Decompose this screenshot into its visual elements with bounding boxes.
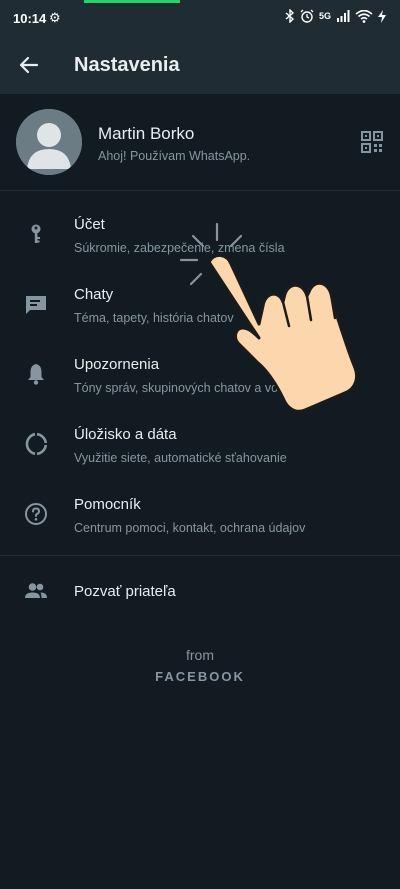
settings-item-storage[interactable]: Úložisko a dáta Využitie siete, automati…: [0, 410, 400, 480]
settings-item-title: Účet: [74, 216, 105, 233]
status-bar: 10:14 ⚙ 5G: [0, 0, 400, 36]
settings-item-title: Pomocník: [74, 496, 141, 513]
settings-item-title: Chaty: [74, 286, 114, 303]
invite-friend-item[interactable]: Pozvať priateľa: [0, 556, 400, 626]
settings-item-help[interactable]: Pomocník Centrum pomoci, kontakt, ochran…: [0, 480, 400, 550]
settings-item-subtitle: Využitie siete, automatické sťahovanie: [74, 451, 287, 465]
default-avatar-icon: [16, 109, 82, 175]
settings-item-title: Upozornenia: [74, 356, 160, 373]
network-type: 5G: [318, 11, 331, 21]
status-icons: 5G: [285, 9, 386, 23]
call-indicator-line: [84, 0, 180, 3]
settings-item-title: Úložisko a dáta: [74, 426, 177, 443]
bluetooth-icon: [285, 9, 295, 23]
avatar[interactable]: [16, 109, 82, 175]
qr-code-icon[interactable]: [361, 131, 383, 153]
page-title: Nastavenia: [74, 54, 180, 76]
invite-friend-label: Pozvať priateľa: [74, 583, 176, 600]
footer-brand: FACEBOOK: [155, 669, 245, 684]
help-icon: [25, 503, 47, 525]
storage-icon: [25, 432, 48, 456]
profile-section[interactable]: Martin Borko Ahoj! Používam WhatsApp.: [0, 94, 400, 190]
tap-gesture-hand-icon: [179, 222, 359, 413]
wifi-icon: [355, 9, 373, 23]
footer-from: from: [186, 647, 214, 663]
alarm-icon: [300, 9, 314, 23]
settings-gear-icon: ⚙: [49, 10, 61, 25]
status-time: 10:14: [13, 11, 47, 26]
profile-status: Ahoj! Používam WhatsApp.: [98, 149, 251, 163]
charging-icon: [378, 9, 386, 23]
chat-icon: [26, 296, 46, 314]
bell-icon: [28, 364, 44, 385]
app-bar: Nastavenia: [0, 36, 400, 94]
people-icon: [25, 583, 47, 598]
key-icon: [31, 224, 41, 243]
settings-item-subtitle: Centrum pomoci, kontakt, ochrana údajov: [74, 521, 306, 535]
arrow-left-icon[interactable]: [17, 53, 41, 77]
profile-name: Martin Borko: [98, 124, 195, 143]
divider: [0, 190, 400, 191]
signal-icon: [337, 10, 350, 22]
